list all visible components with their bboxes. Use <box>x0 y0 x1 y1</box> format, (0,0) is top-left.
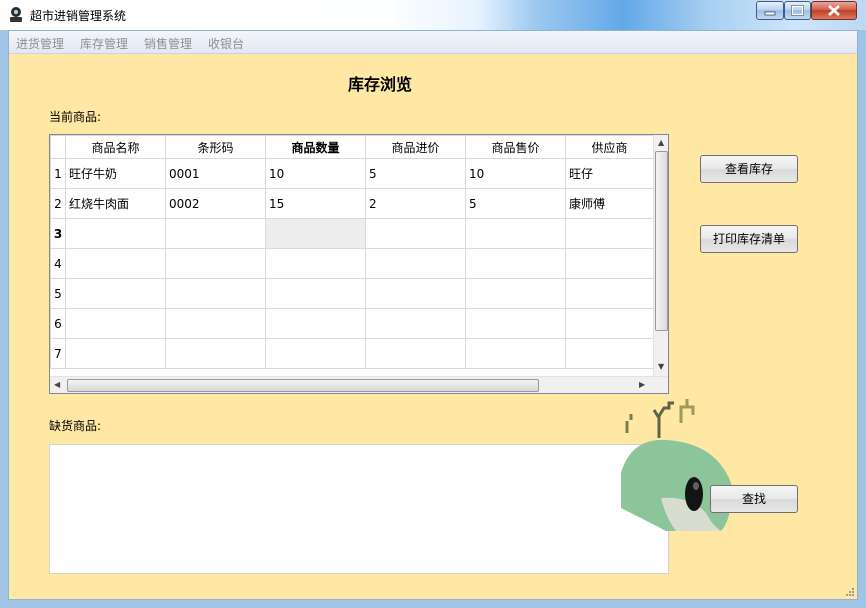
table-cell[interactable]: 5 <box>365 158 466 189</box>
table-row[interactable]: 7 <box>50 338 654 369</box>
app-window: 超市进销管理系统 进货管理 库存管理 销售管理 收银台 库存浏览 当前商品: 商… <box>0 0 866 608</box>
row-number[interactable]: 1 <box>50 158 66 189</box>
menu-sales[interactable]: 销售管理 <box>144 35 192 52</box>
table-cell[interactable] <box>465 218 566 249</box>
minimize-button[interactable] <box>756 1 784 20</box>
table-row[interactable]: 4 <box>50 248 654 279</box>
row-number[interactable]: 2 <box>50 188 66 219</box>
horizontal-scrollbar[interactable]: ◀ ▶ <box>50 376 668 393</box>
table-cell[interactable] <box>265 338 366 369</box>
corner-header[interactable] <box>50 135 66 159</box>
shortage-goods-textarea[interactable] <box>49 444 669 574</box>
scroll-left-icon[interactable]: ◀ <box>54 380 60 389</box>
column-header[interactable]: 供应商 <box>565 135 654 159</box>
table-cell[interactable] <box>465 338 566 369</box>
table-cell[interactable] <box>565 308 654 339</box>
table-cell[interactable] <box>165 308 266 339</box>
print-stock-list-button[interactable]: 打印库存清单 <box>700 225 798 253</box>
table-row[interactable]: 5 <box>50 278 654 309</box>
inventory-grid[interactable]: 商品名称 条形码 商品数量 商品进价 商品售价 供应商 1 旺仔牛奶 0001 … <box>49 134 669 394</box>
table-cell[interactable] <box>65 248 166 279</box>
vertical-scroll-thumb[interactable] <box>655 151 668 331</box>
table-cell[interactable] <box>565 248 654 279</box>
row-number[interactable]: 7 <box>50 338 66 369</box>
table-cell[interactable] <box>565 278 654 309</box>
menu-purchase[interactable]: 进货管理 <box>16 35 64 52</box>
table-cell[interactable] <box>565 218 654 249</box>
row-number[interactable]: 5 <box>50 278 66 309</box>
column-header[interactable]: 商品售价 <box>465 135 566 159</box>
table-cell[interactable] <box>265 248 366 279</box>
row-number[interactable]: 3 <box>50 218 66 249</box>
table-cell[interactable] <box>465 248 566 279</box>
row-number[interactable]: 6 <box>50 308 66 339</box>
table-cell[interactable]: 红烧牛肉面 <box>65 188 166 219</box>
minimize-icon <box>764 11 776 16</box>
table-cell[interactable] <box>365 248 466 279</box>
resize-grip-icon[interactable] <box>845 587 855 597</box>
table-cell[interactable]: 0001 <box>165 158 266 189</box>
app-icon <box>10 7 22 22</box>
table-cell[interactable] <box>565 338 654 369</box>
table-cell[interactable]: 旺仔牛奶 <box>65 158 166 189</box>
table-cell[interactable]: 15 <box>265 188 366 219</box>
table-cell[interactable]: 5 <box>465 188 566 219</box>
column-header[interactable]: 条形码 <box>165 135 266 159</box>
horizontal-scroll-thumb[interactable] <box>67 379 539 392</box>
table-cell[interactable] <box>265 308 366 339</box>
table-cell[interactable]: 旺仔 <box>565 158 654 189</box>
table-cell[interactable]: 2 <box>365 188 466 219</box>
column-header[interactable]: 商品名称 <box>65 135 166 159</box>
table-cell[interactable]: 10 <box>265 158 366 189</box>
current-goods-label: 当前商品: <box>49 110 102 124</box>
table-row[interactable]: 3 <box>50 218 654 249</box>
page-title: 库存浏览 <box>348 75 413 94</box>
row-number[interactable]: 4 <box>50 248 66 279</box>
table-cell[interactable] <box>165 248 266 279</box>
client-area: 进货管理 库存管理 销售管理 收银台 库存浏览 当前商品: 商品名称 条形码 商… <box>8 30 858 600</box>
shortage-goods-label: 缺货商品: <box>49 419 102 433</box>
table-row[interactable]: 6 <box>50 308 654 339</box>
table-cell[interactable] <box>365 278 466 309</box>
vertical-scrollbar[interactable]: ▲ ▼ <box>653 135 668 376</box>
table-header-row: 商品名称 条形码 商品数量 商品进价 商品售价 供应商 <box>50 135 654 159</box>
table-cell[interactable] <box>65 338 166 369</box>
maximize-button[interactable] <box>784 1 811 20</box>
scroll-down-icon[interactable]: ▼ <box>658 362 664 371</box>
column-header[interactable]: 商品进价 <box>365 135 466 159</box>
table-cell[interactable] <box>165 278 266 309</box>
table-cell[interactable]: 康师傅 <box>565 188 654 219</box>
find-button[interactable]: 查找 <box>710 485 798 513</box>
menu-cashier[interactable]: 收银台 <box>208 35 244 52</box>
view-stock-button[interactable]: 查看库存 <box>700 155 798 183</box>
window-title: 超市进销管理系统 <box>30 9 127 23</box>
table-cell[interactable] <box>365 338 466 369</box>
table-cell[interactable] <box>65 278 166 309</box>
table-cell[interactable]: 0002 <box>165 188 266 219</box>
table-cell[interactable] <box>465 308 566 339</box>
table-cell[interactable] <box>65 308 166 339</box>
title-bar[interactable]: 超市进销管理系统 <box>0 0 866 30</box>
inventory-table: 商品名称 条形码 商品数量 商品进价 商品售价 供应商 1 旺仔牛奶 0001 … <box>50 135 654 369</box>
column-header[interactable]: 商品数量 <box>265 135 366 159</box>
close-icon <box>828 5 840 16</box>
maximize-icon <box>791 5 804 16</box>
table-cell[interactable] <box>265 278 366 309</box>
selected-cell[interactable] <box>265 218 366 249</box>
table-cell[interactable] <box>365 308 466 339</box>
table-cell[interactable]: 10 <box>465 158 566 189</box>
menu-inventory[interactable]: 库存管理 <box>80 35 128 52</box>
table-row[interactable]: 2 红烧牛肉面 0002 15 2 5 康师傅 <box>50 188 654 219</box>
close-button[interactable] <box>811 1 857 20</box>
scroll-up-icon[interactable]: ▲ <box>658 138 664 147</box>
table-row[interactable]: 1 旺仔牛奶 0001 10 5 10 旺仔 <box>50 158 654 189</box>
table-cell[interactable] <box>365 218 466 249</box>
table-cell[interactable] <box>65 218 166 249</box>
table-cell[interactable] <box>165 218 266 249</box>
menu-bar: 进货管理 库存管理 销售管理 收银台 <box>9 31 857 54</box>
table-cell[interactable] <box>165 338 266 369</box>
table-cell[interactable] <box>465 278 566 309</box>
